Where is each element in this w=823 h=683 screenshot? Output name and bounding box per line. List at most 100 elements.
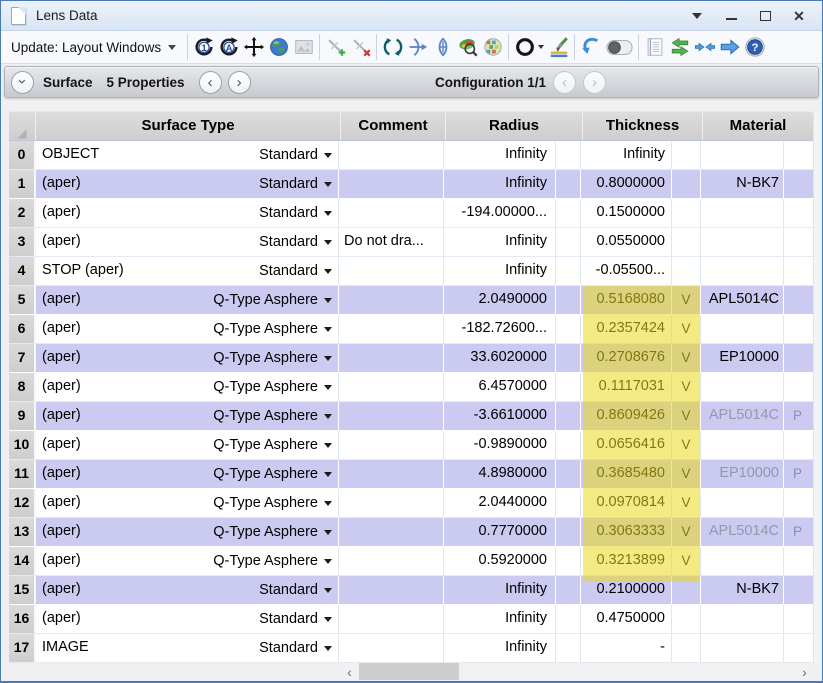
toggle-button[interactable] <box>603 33 635 61</box>
thickness-cell[interactable]: - <box>581 634 672 662</box>
radius-cell[interactable]: 6.4570000 <box>444 373 556 401</box>
radius-cell[interactable]: 2.0490000 <box>444 286 556 314</box>
ring-aperture-button[interactable] <box>512 33 546 61</box>
surface-type-dropdown[interactable]: Q-Type Asphere <box>213 460 332 488</box>
previous-configuration-button[interactable]: ‹ <box>553 71 576 94</box>
material-cell[interactable] <box>701 373 784 401</box>
thickness-cell[interactable]: Infinity <box>581 141 672 169</box>
thickness-cell[interactable]: 0.2357424 <box>581 315 672 343</box>
radius-cell[interactable]: -182.72600... <box>444 315 556 343</box>
thickness-cell[interactable]: 0.0656416 <box>581 431 672 459</box>
material-cell[interactable] <box>701 489 784 517</box>
row-number-cell[interactable]: 16 <box>9 605 36 633</box>
thickness-solve-cell[interactable]: V <box>672 518 701 546</box>
radius-cell[interactable]: Infinity <box>444 170 556 198</box>
fit-columns-button[interactable] <box>692 33 717 61</box>
row-number-cell[interactable]: 1 <box>9 170 36 198</box>
previous-surface-button[interactable]: ‹ <box>199 71 222 94</box>
thickness-cell[interactable]: 0.1500000 <box>581 199 672 227</box>
material-cell[interactable]: APL5014C <box>701 286 784 314</box>
material-cell[interactable] <box>701 141 784 169</box>
goto-surface-button[interactable] <box>717 33 742 61</box>
comment-cell[interactable] <box>339 344 444 372</box>
comment-cell[interactable] <box>339 199 444 227</box>
material-cell[interactable] <box>701 315 784 343</box>
aperture-lens-button[interactable] <box>405 33 430 61</box>
horizontal-scrollbar[interactable]: ‹ › <box>341 663 813 680</box>
radius-cell[interactable]: 0.7770000 <box>444 518 556 546</box>
surface-sag-button[interactable] <box>455 33 480 61</box>
row-number-cell[interactable]: 14 <box>9 547 36 575</box>
scroll-left-button[interactable]: ‹ <box>341 663 358 680</box>
row-number-cell[interactable]: 11 <box>9 460 36 488</box>
thickness-solve-cell[interactable]: V <box>672 547 701 575</box>
radius-cell[interactable]: -194.00000... <box>444 199 556 227</box>
shaded-model-button[interactable] <box>546 33 571 61</box>
surface-type-dropdown[interactable]: Standard <box>259 634 332 662</box>
comment-cell[interactable] <box>339 547 444 575</box>
thickness-cell[interactable]: -0.05500... <box>581 257 672 285</box>
material-cell[interactable] <box>701 605 784 633</box>
thickness-cell[interactable]: 0.3213899 <box>581 547 672 575</box>
material-cell[interactable] <box>701 431 784 459</box>
minimize-button[interactable] <box>724 9 738 23</box>
material-cell[interactable]: N-BK7 <box>701 576 784 604</box>
update-mode-dropdown[interactable]: Update: Layout Windows <box>7 34 184 60</box>
row-number-cell[interactable]: 15 <box>9 576 36 604</box>
maximize-button[interactable] <box>758 9 772 23</box>
surface-type-dropdown[interactable]: Standard <box>259 576 332 604</box>
thickness-cell[interactable]: 0.3063333 <box>581 518 672 546</box>
row-number-cell[interactable]: 12 <box>9 489 36 517</box>
comment-cell[interactable] <box>339 170 444 198</box>
surface-type-dropdown[interactable]: Q-Type Asphere <box>213 344 332 372</box>
material-solve-cell[interactable]: P <box>784 460 811 488</box>
radius-cell[interactable]: -0.9890000 <box>444 431 556 459</box>
row-number-cell[interactable]: 17 <box>9 634 36 662</box>
radius-cell[interactable]: 4.8980000 <box>444 460 556 488</box>
row-number-cell[interactable]: 5 <box>9 286 36 314</box>
radius-cell[interactable]: Infinity <box>444 141 556 169</box>
surface-type-dropdown[interactable]: Q-Type Asphere <box>213 431 332 459</box>
swap-button[interactable] <box>667 33 692 61</box>
expand-properties-button[interactable]: › <box>11 71 34 94</box>
material-cell[interactable] <box>701 199 784 227</box>
radius-cell[interactable]: Infinity <box>444 605 556 633</box>
surface-type-dropdown[interactable]: Standard <box>259 228 332 256</box>
row-number-cell[interactable]: 4 <box>9 257 36 285</box>
material-cell[interactable]: N-BK7 <box>701 170 784 198</box>
scrollbar-thumb[interactable] <box>359 663 459 680</box>
comment-cell[interactable] <box>339 460 444 488</box>
thickness-solve-cell[interactable]: V <box>672 286 701 314</box>
surface-type-dropdown[interactable]: Standard <box>259 605 332 633</box>
thickness-solve-cell[interactable]: V <box>672 489 701 517</box>
image-export-button[interactable] <box>291 33 316 61</box>
material-cell[interactable]: EP10000 <box>701 344 784 372</box>
insert-surface-button[interactable] <box>323 33 348 61</box>
comment-cell[interactable] <box>339 605 444 633</box>
column-header-comment[interactable]: Comment <box>341 112 446 140</box>
next-surface-button[interactable]: › <box>228 71 251 94</box>
material-cell[interactable] <box>701 228 784 256</box>
surface-type-dropdown[interactable]: Standard <box>259 170 332 198</box>
surface-type-dropdown[interactable]: Standard <box>259 141 332 169</box>
next-configuration-button[interactable]: › <box>583 71 606 94</box>
window-menu-button[interactable] <box>690 9 704 23</box>
column-header-material[interactable]: Material <box>703 112 813 140</box>
update-all-button[interactable]: A <box>216 33 241 61</box>
comment-cell[interactable] <box>339 373 444 401</box>
surface-type-cell[interactable]: (aper)Q-Type Asphere <box>36 518 339 546</box>
surface-type-cell[interactable]: (aper)Q-Type Asphere <box>36 460 339 488</box>
field-lens-button[interactable] <box>430 33 455 61</box>
surface-type-cell[interactable]: (aper)Q-Type Asphere <box>36 373 339 401</box>
radius-cell[interactable]: 2.0440000 <box>444 489 556 517</box>
material-cell[interactable] <box>701 257 784 285</box>
material-solve-cell[interactable]: P <box>784 518 811 546</box>
close-button[interactable]: ✕ <box>792 9 806 23</box>
surface-type-dropdown[interactable]: Q-Type Asphere <box>213 286 332 314</box>
vertical-scrollbar[interactable] <box>813 111 821 663</box>
reverse-elements-button[interactable] <box>380 33 405 61</box>
thickness-solve-cell[interactable]: V <box>672 373 701 401</box>
surface-type-cell[interactable]: (aper)Q-Type Asphere <box>36 315 339 343</box>
surface-type-cell[interactable]: (aper)Q-Type Asphere <box>36 489 339 517</box>
update-once-button[interactable]: 1 <box>191 33 216 61</box>
